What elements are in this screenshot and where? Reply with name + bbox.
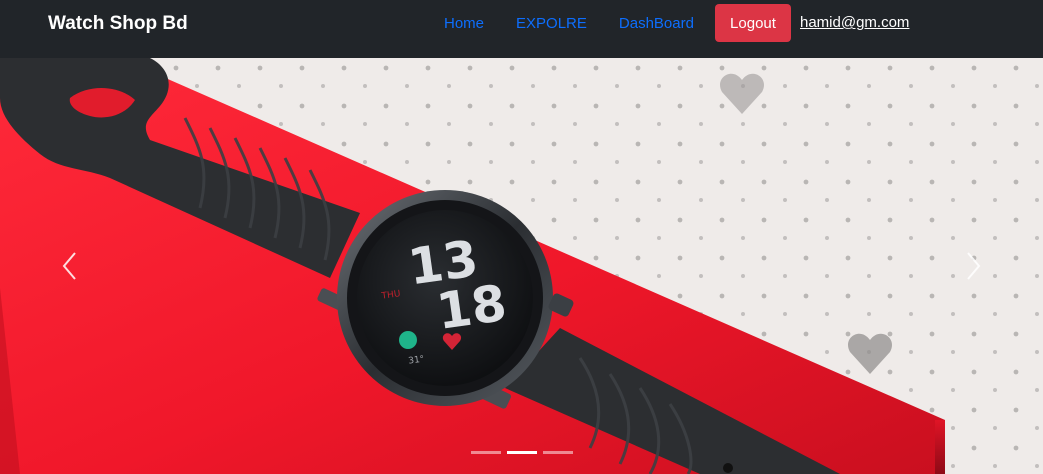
- carousel-indicator-3[interactable]: [542, 451, 573, 454]
- nav-links: Home EXPOLRE DashBoard: [444, 0, 694, 46]
- carousel-next-button[interactable]: [903, 58, 1043, 474]
- nav-link-home[interactable]: Home: [444, 15, 484, 32]
- nav-link-explore[interactable]: EXPOLRE: [516, 15, 587, 32]
- user-email-link[interactable]: hamid@gm.com: [800, 14, 909, 31]
- chevron-left-icon: [62, 252, 76, 280]
- brand-link[interactable]: Watch Shop Bd: [48, 13, 188, 35]
- nav-link-dashboard[interactable]: DashBoard: [619, 15, 694, 32]
- carousel-indicator-2[interactable]: [506, 451, 537, 454]
- logout-button[interactable]: Logout: [715, 4, 791, 42]
- carousel-indicators: [0, 451, 1043, 454]
- watch-minute: 18: [433, 274, 510, 341]
- activity-icon: [399, 331, 417, 349]
- carousel-indicator-1[interactable]: [470, 451, 501, 454]
- chevron-right-icon: [967, 252, 981, 280]
- hero-carousel: 13 18 THU 31°: [0, 58, 1043, 474]
- smartwatch-image: 13 18 THU 31°: [0, 58, 1043, 474]
- navbar: Watch Shop Bd Home EXPOLRE DashBoard Log…: [0, 0, 1043, 58]
- carousel-prev-button[interactable]: [0, 58, 140, 474]
- carousel-slide: 13 18 THU 31°: [0, 58, 1043, 474]
